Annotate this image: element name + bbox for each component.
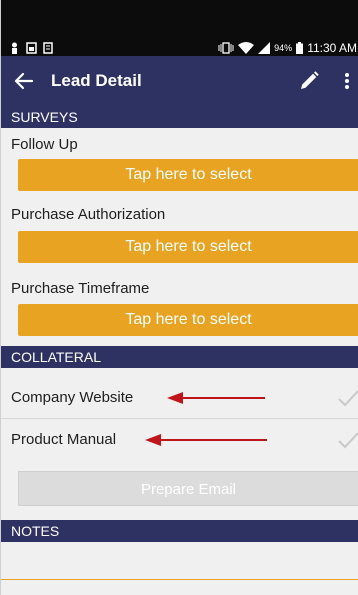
person-notification-icon [12, 42, 17, 54]
collateral-header: COLLATERAL [1, 346, 358, 368]
collateral-item-product-manual[interactable]: Product Manual [1, 420, 358, 460]
phone-screen: 94% 11:30 AM Lead Detail SURVEYS Follow … [0, 0, 358, 595]
page-title: Lead Detail [51, 71, 142, 90]
more-vert-icon[interactable] [337, 69, 357, 93]
battery-percent: 94% [274, 43, 293, 53]
screenshot-notification-icon [26, 42, 37, 54]
prepare-email-button[interactable]: Prepare Email [18, 471, 358, 506]
follow-up-label: Follow Up [11, 136, 78, 153]
follow-up-select-button[interactable]: Tap here to select [18, 159, 358, 191]
vibrate-icon [218, 42, 234, 54]
wifi-icon [238, 42, 255, 54]
clock: 11:30 AM [307, 41, 357, 55]
red-arrow-annotation [167, 392, 265, 404]
pencil-icon[interactable] [297, 69, 321, 93]
purchase-authorization-label: Purchase Authorization [11, 206, 166, 223]
collateral-item-company-website[interactable]: Company Website [1, 378, 358, 418]
notes-header: NOTES [1, 520, 358, 542]
document-notification-icon [43, 42, 53, 54]
app-bar: Lead Detail [1, 56, 358, 106]
purchase-timeframe-label: Purchase Timeframe [11, 280, 150, 297]
red-arrow-annotation [145, 434, 267, 446]
purchase-timeframe-select-button[interactable]: Tap here to select [18, 304, 358, 336]
product-manual-label: Product Manual [11, 431, 117, 448]
back-arrow-icon[interactable] [12, 69, 36, 93]
notification-icons [9, 42, 54, 54]
checkmark-icon[interactable] [337, 430, 358, 450]
divider [1, 418, 358, 419]
checkmark-icon[interactable] [337, 388, 358, 408]
company-website-label: Company Website [11, 389, 134, 406]
notes-input[interactable] [1, 544, 358, 580]
battery-icon [296, 42, 304, 54]
signal-icon [258, 42, 271, 54]
status-bar: 94% 11:30 AM [1, 0, 358, 56]
purchase-authorization-select-button[interactable]: Tap here to select [18, 231, 358, 263]
surveys-header: SURVEYS [1, 106, 358, 128]
system-status: 94% 11:30 AM [218, 41, 357, 55]
